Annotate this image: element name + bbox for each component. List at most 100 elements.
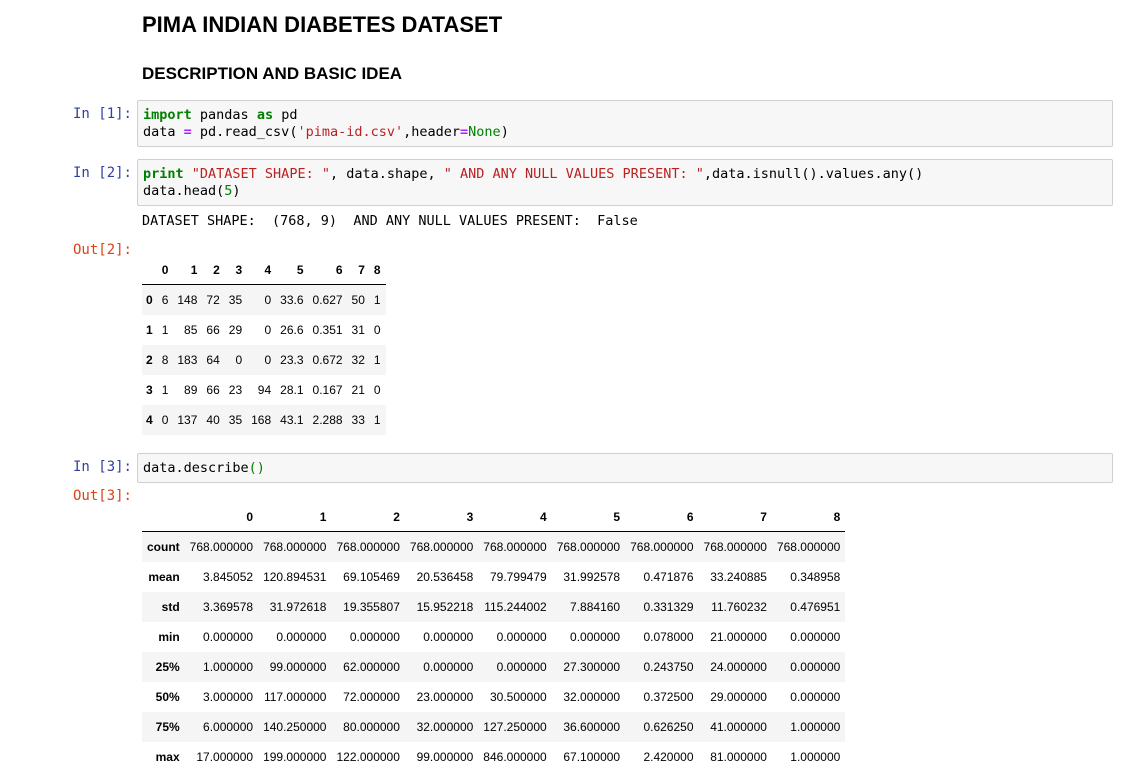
column-header: [142, 502, 185, 532]
table-row: 75% 6.000000 140.250000 80.000000 32.000000 1…: [142, 712, 846, 742]
table-cell: 72.000000: [343, 690, 400, 704]
table-cell: 30.500000: [489, 690, 547, 704]
table-cell: 0.000000: [570, 630, 621, 644]
table-cell: 0.348958: [790, 570, 841, 584]
table-cell: 768.000000: [336, 540, 400, 554]
code-token: (): [248, 460, 265, 476]
table-cell: 183: [177, 353, 198, 367]
table-row: std 3.369578 31.972618 19.355807 15.952218 11…: [142, 592, 846, 622]
table-cell: 0.372500: [643, 690, 694, 704]
table-row: 0 6 148 72 35 0 33.6 0.627 50 1: [142, 284, 386, 315]
table-cell: 23: [228, 383, 243, 397]
table-row: 1 1 85 66 29 0 26.6 0.351 31 0: [142, 315, 386, 345]
table-cell: 0.167: [312, 383, 343, 397]
table-cell: 0: [264, 353, 272, 367]
table-cell: 6: [161, 293, 169, 307]
code-token: data: [143, 124, 184, 140]
table-cell: 23.3: [280, 353, 304, 367]
code-token: =: [460, 124, 469, 140]
table-cell: 0.000000: [790, 630, 841, 644]
table-cell: 72: [206, 293, 220, 307]
code-line: print "DATASET SHAPE: ", data.shape, " A…: [143, 166, 1107, 183]
column-header: 7: [698, 502, 772, 532]
code-token: pandas: [191, 107, 257, 123]
code-line: import pandas as pd: [143, 107, 1107, 124]
code-token: "DATASET SHAPE: ": [191, 166, 330, 182]
table-cell: 1.000000: [790, 750, 841, 764]
table-cell: 35: [228, 413, 243, 427]
table-cell: 768.000000: [703, 540, 767, 554]
table-cell: 0.476951: [790, 600, 841, 614]
table-cell: 0.351: [312, 323, 343, 337]
table-cell: 2.420000: [643, 750, 694, 764]
table-cell: 85: [184, 323, 198, 337]
row-index-label: 50%: [155, 690, 180, 704]
table-cell: 122.000000: [336, 750, 400, 764]
table-cell: 17.000000: [196, 750, 254, 764]
table-cell: 0.078000: [643, 630, 694, 644]
table-cell: 115.244002: [484, 600, 547, 614]
column-header: 2: [202, 255, 225, 285]
table-row: 3 1 89 66 23 94 28.1 0.167 21 0: [142, 375, 386, 405]
table-cell: 0.331329: [643, 600, 694, 614]
table-cell: 27.300000: [563, 660, 621, 674]
table-header-row: 0 1 2 3 4 5 6 7 8: [142, 255, 386, 285]
row-index-label: 2: [146, 353, 153, 367]
table-cell: 768.000000: [630, 540, 694, 554]
cell-1-code-editor[interactable]: import pandas as pd data = pd.read_csv('p…: [137, 100, 1113, 147]
code-token: ,data.isnull().values.any(): [703, 166, 924, 182]
table-cell: 99.000000: [269, 660, 327, 674]
cell-2-input-prompt: In [2]:: [72, 165, 132, 181]
table-cell: 0.000000: [790, 690, 841, 704]
table-cell: 148: [177, 293, 198, 307]
column-header: 6: [308, 255, 348, 285]
code-line: data.describe(): [143, 460, 1107, 477]
table-cell: 3.845052: [203, 570, 254, 584]
table-cell: 768.000000: [556, 540, 621, 554]
table-cell: 0.627: [312, 293, 343, 307]
table-cell: 31: [351, 323, 365, 337]
table-cell: 0.471876: [643, 570, 694, 584]
table-cell: 94: [257, 383, 272, 397]
table-row: 4 0 137 40 35 168 43.1 2.288 33 1: [142, 405, 386, 435]
cell-2-code-editor[interactable]: print "DATASET SHAPE: ", data.shape, " A…: [137, 159, 1113, 206]
table-row: 2 8 183 64 0 0 23.3 0.672 32 1: [142, 345, 386, 375]
table-cell: 0: [373, 323, 381, 337]
code-line: data = pd.read_csv('pima-id.csv',header=…: [143, 124, 1107, 141]
table-cell: 69.105469: [343, 570, 400, 584]
table-cell: 32.000000: [563, 690, 621, 704]
column-header: 5: [276, 255, 309, 285]
table-cell: 0.672: [312, 353, 343, 367]
table-cell: 21.000000: [710, 630, 767, 644]
table-cell: 0.000000: [496, 630, 547, 644]
table-cell: 99.000000: [416, 750, 474, 764]
table-cell: 0.000000: [790, 660, 841, 674]
row-index-label: mean: [148, 570, 180, 584]
row-index-label: 3: [146, 383, 153, 397]
table-cell: 1: [373, 353, 381, 367]
table-cell: 0: [235, 353, 243, 367]
code-token: None: [468, 124, 501, 140]
code-token: =: [183, 124, 192, 140]
row-index-label: max: [155, 750, 180, 764]
table-cell: 23.000000: [416, 690, 474, 704]
table-cell: 768.000000: [483, 540, 547, 554]
column-header: [142, 255, 158, 285]
code-token: 'pima-id.csv': [297, 124, 404, 140]
cell-3-code-editor[interactable]: data.describe(): [137, 453, 1113, 483]
row-index-label: count: [147, 540, 180, 554]
table-cell: 28.1: [280, 383, 304, 397]
table-cell: 1: [373, 413, 381, 427]
table-cell: 1: [373, 293, 381, 307]
table-cell: 32: [351, 353, 365, 367]
notebook-title: PIMA INDIAN DIABETES DATASET: [142, 12, 503, 37]
table-cell: 62.000000: [343, 660, 400, 674]
table-cell: 43.1: [280, 413, 304, 427]
table-cell: 0.000000: [203, 630, 254, 644]
table-row: max 17.000000 199.000000 122.000000 99.00000…: [142, 742, 846, 772]
table-cell: 3.369578: [203, 600, 254, 614]
table-cell: 137: [177, 413, 198, 427]
table-cell: 127.250000: [483, 720, 547, 734]
column-header: 1: [173, 255, 203, 285]
